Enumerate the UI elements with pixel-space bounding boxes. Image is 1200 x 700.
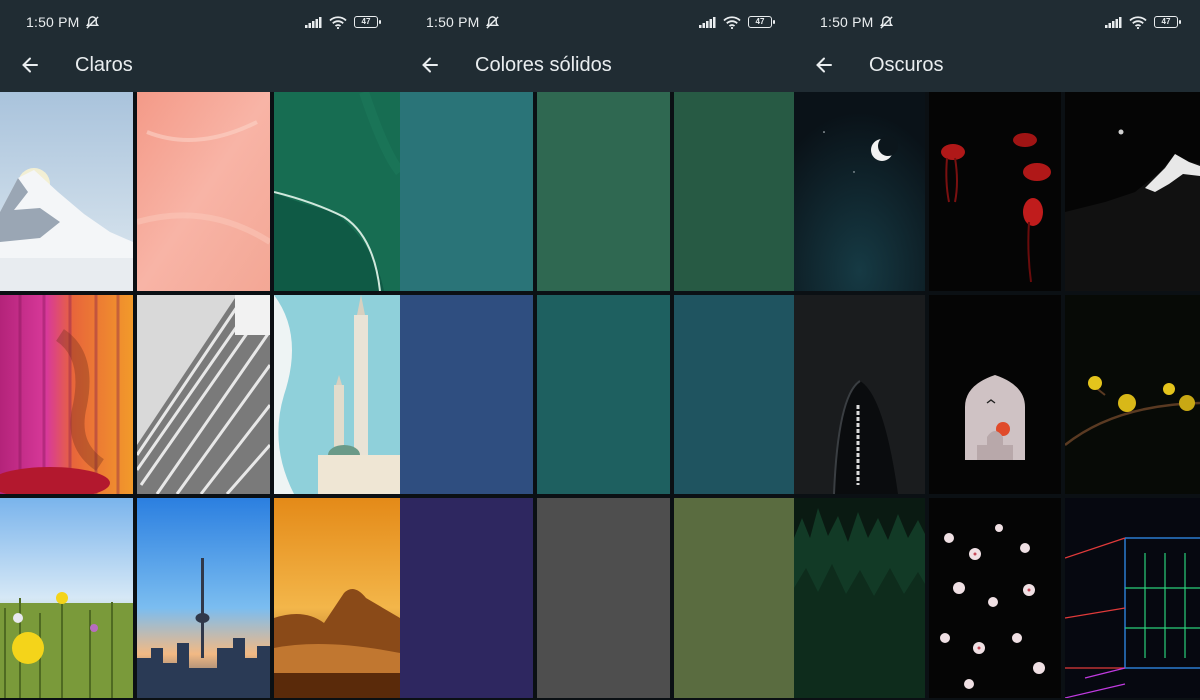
title-bar: Oscuros [794, 44, 1200, 86]
status-time: 1:50 PM [820, 14, 874, 30]
wallpaper-yellow-flowers[interactable] [0, 498, 133, 698]
solid-color-swatch[interactable] [674, 295, 794, 494]
wallpaper-taj-mahal-arch[interactable] [929, 295, 1061, 494]
signal-icon [305, 16, 322, 28]
battery-icon: 47 [748, 16, 775, 28]
wallpaper-neon-grid-room[interactable] [1065, 498, 1200, 698]
solid-color-swatch[interactable] [537, 295, 670, 494]
wifi-icon [329, 15, 347, 29]
wallpaper-cherry-blossoms-dark[interactable] [929, 498, 1061, 698]
app-bar: 1:50 PM 47 Claros [0, 0, 400, 92]
wallpaper-tv-tower-city[interactable] [137, 498, 270, 698]
solid-color-swatch[interactable] [537, 92, 670, 291]
battery-icon: 47 [354, 16, 381, 28]
title-bar: Claros [0, 44, 400, 86]
status-bar: 1:50 PM 47 [400, 0, 794, 44]
status-bar: 1:50 PM 47 [0, 0, 400, 44]
wifi-icon [723, 15, 741, 29]
arrow-left-icon[interactable] [0, 44, 60, 86]
wallpaper-yellow-blossom-branch[interactable] [1065, 295, 1200, 494]
status-bar: 1:50 PM 47 [794, 0, 1200, 44]
title-bar: Colores sólidos [400, 44, 794, 86]
wallpaper-orange-sunset-bay[interactable] [274, 498, 400, 698]
screen-colores-solidos: 1:50 PM 47 Colores sólidos [400, 0, 794, 700]
battery-icon: 47 [1154, 16, 1181, 28]
dnd-off-icon [85, 15, 100, 30]
wallpaper-red-jellyfish[interactable] [929, 92, 1061, 291]
solid-color-swatch[interactable] [400, 92, 533, 291]
page-title: Colores sólidos [475, 53, 612, 76]
wallpaper-screens: 1:50 PM 47 Claros 1:50 PM 47 Colores sól… [0, 0, 1200, 700]
page-title: Claros [75, 53, 133, 76]
wallpaper-stone-pyramid[interactable] [137, 295, 270, 494]
wallpaper-silk-curtains[interactable] [0, 295, 133, 494]
solid-color-swatch[interactable] [400, 498, 533, 698]
wallpaper-green-water[interactable] [274, 92, 400, 291]
status-time: 1:50 PM [426, 14, 480, 30]
wallpaper-dark-forest[interactable] [794, 498, 925, 698]
dnd-off-icon [879, 15, 894, 30]
solid-color-swatch[interactable] [674, 498, 794, 698]
solid-color-swatch[interactable] [537, 498, 670, 698]
signal-icon [699, 16, 716, 28]
status-time: 1:50 PM [26, 14, 80, 30]
page-title: Oscuros [869, 53, 944, 76]
wallpaper-dark-mountain-peak[interactable] [1065, 92, 1200, 291]
wallpaper-white-minaret[interactable] [274, 295, 400, 494]
wallpaper-mountain-snow[interactable] [0, 92, 133, 291]
arrow-left-icon[interactable] [794, 44, 854, 86]
wallpaper-grid [0, 92, 400, 700]
wallpaper-crescent-moon-sky[interactable] [794, 92, 925, 291]
dnd-off-icon [485, 15, 500, 30]
solid-color-swatch[interactable] [400, 295, 533, 494]
wallpaper-grid [794, 92, 1200, 700]
screen-claros: 1:50 PM 47 Claros [0, 0, 400, 700]
app-bar: 1:50 PM 47 Colores sólidos [400, 0, 794, 92]
wifi-icon [1129, 15, 1147, 29]
signal-icon [1105, 16, 1122, 28]
wallpaper-dark-skyscraper[interactable] [794, 295, 925, 494]
solid-color-grid [400, 92, 794, 700]
app-bar: 1:50 PM 47 Oscuros [794, 0, 1200, 92]
screen-oscuros: 1:50 PM 47 Oscuros [794, 0, 1200, 700]
wallpaper-pink-texture[interactable] [137, 92, 270, 291]
solid-color-swatch[interactable] [674, 92, 794, 291]
arrow-left-icon[interactable] [400, 44, 460, 86]
